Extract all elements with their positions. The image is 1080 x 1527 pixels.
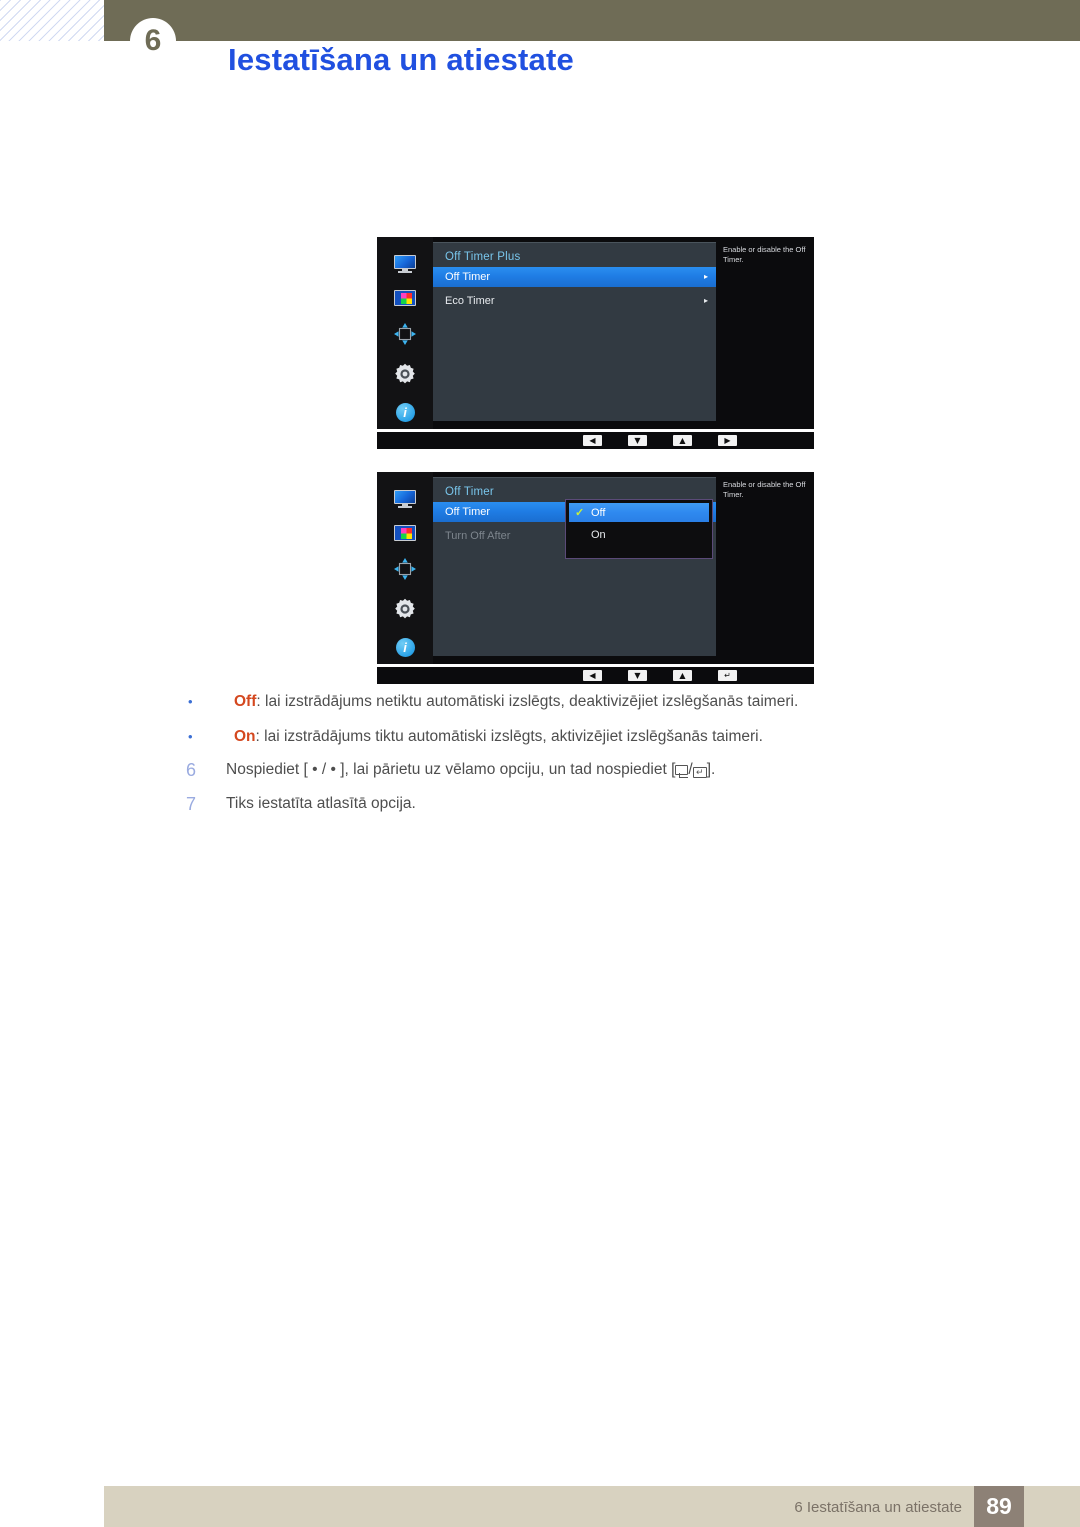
chevron-right-icon: ▸ <box>703 296 708 305</box>
osd-menu-title: Off Timer <box>445 486 494 498</box>
osd-main-panel: Off Timer Plus Off Timer ▸ Eco Timer ▸ <box>433 242 716 421</box>
osd-menu-item-eco-timer[interactable]: Eco Timer ▸ <box>433 291 716 311</box>
osd-option-on[interactable]: ✓ On <box>569 525 709 544</box>
page-number-badge: 89 <box>974 1486 1024 1527</box>
picture-color-icon[interactable] <box>394 525 416 541</box>
osd-menu-item-label: Off Timer <box>445 506 491 518</box>
nav-enter-key[interactable]: ↵ <box>718 670 737 681</box>
osd-option-dropdown: ✓ Off ✓ On <box>565 499 713 559</box>
page-title: Iestatīšana un atiestate <box>228 42 574 77</box>
bullet-text: : lai izstrādājums tiktu automātiski izs… <box>255 728 763 746</box>
nav-up-key[interactable]: ▲ <box>673 670 692 681</box>
osd-body: i Off Timer Plus Off Timer ▸ Eco Timer ▸… <box>377 237 814 429</box>
information-icon[interactable]: i <box>395 403 415 422</box>
step-number: 7 <box>186 793 197 814</box>
osd-navbar: ◀ ▼ ▲ ↵ <box>377 667 814 684</box>
nav-left-key[interactable]: ◀ <box>583 670 602 681</box>
nav-down-key[interactable]: ▼ <box>628 670 647 681</box>
step-number: 6 <box>186 760 197 780</box>
osd-menu-item-label: Eco Timer <box>445 295 495 307</box>
manual-page: 6 Iestatīšana un atiestate i Off Timer P… <box>0 0 1080 1527</box>
osd-option-off[interactable]: ✓ Off <box>569 503 709 522</box>
nav-right-key[interactable]: ▶ <box>718 435 737 446</box>
enter-key-icon: ↵ <box>692 767 707 778</box>
bullet-content: Off: lai izstrādājums netiktu automātisk… <box>234 692 798 711</box>
osd-navbar: ◀ ▼ ▲ ▶ <box>377 432 814 449</box>
step-text-before: Nospiediet [ • / • ], lai pārietu uz vēl… <box>226 761 676 778</box>
step-text-before: Tiks iestatīta atlasītā opcija. <box>226 794 416 812</box>
size-position-icon[interactable] <box>393 323 417 345</box>
bullet-item-on: • On: lai izstrādājums tiktu automātiski… <box>186 727 1026 746</box>
osd-help-text: Enable or disable the Off Timer. <box>716 237 814 429</box>
osd-menu-item-label: Off Timer <box>445 271 491 283</box>
osd-help-text: Enable or disable the Off Timer. <box>716 472 814 664</box>
step-item-6: 6 Nospiediet [ • / • ], lai pārietu uz v… <box>186 760 1026 781</box>
settings-gear-icon[interactable] <box>393 362 417 386</box>
source-key-icon <box>675 765 689 778</box>
osd-screenshot-off-timer-plus: i Off Timer Plus Off Timer ▸ Eco Timer ▸… <box>377 237 814 449</box>
osd-main-panel: Off Timer Off Timer Turn Off After ✓ Off… <box>433 477 716 656</box>
bullet-item-off: • Off: lai izstrādājums netiktu automāti… <box>186 692 1026 711</box>
osd-screenshot-off-timer: i Off Timer Off Timer Turn Off After ✓ O… <box>377 472 814 684</box>
size-position-icon[interactable] <box>393 558 417 580</box>
step-text-after: ]. <box>706 761 716 778</box>
bullet-marker: • <box>188 694 193 709</box>
bullet-content: On: lai izstrādājums tiktu automātiski i… <box>234 727 763 746</box>
chevron-right-icon: ▸ <box>703 272 708 281</box>
numbered-step-list: 6 Nospiediet [ • / • ], lai pārietu uz v… <box>186 760 1026 827</box>
osd-menu-item-label: Turn Off After <box>445 530 511 542</box>
footer-chapter-label: 6 Iestatīšana un atiestate <box>794 1499 962 1516</box>
osd-menu-title: Off Timer Plus <box>445 251 521 263</box>
nav-down-key[interactable]: ▼ <box>628 435 647 446</box>
nav-up-key[interactable]: ▲ <box>673 435 692 446</box>
bullet-list: • Off: lai izstrādājums netiktu automāti… <box>186 692 1026 763</box>
osd-option-label: On <box>591 528 606 541</box>
check-icon: ✓ <box>575 507 585 519</box>
bullet-text: : lai izstrādājums netiktu automātiski i… <box>256 693 799 710</box>
header-bar <box>104 0 1080 41</box>
osd-sidebar: i <box>377 472 433 664</box>
chapter-number-badge: 6 <box>130 18 176 64</box>
step-content: Tiks iestatīta atlasītā opcija. <box>226 794 416 814</box>
step-item-7: 7 Tiks iestatīta atlasītā opcija. <box>186 794 1026 815</box>
bullet-keyword: Off <box>234 693 257 710</box>
bullet-marker: • <box>188 729 193 745</box>
settings-gear-icon[interactable] <box>393 597 417 621</box>
decorative-hatch-pattern <box>0 0 108 41</box>
osd-body: i Off Timer Off Timer Turn Off After ✓ O… <box>377 472 814 664</box>
bullet-keyword: On <box>234 728 256 746</box>
nav-left-key[interactable]: ◀ <box>583 435 602 446</box>
step-content: Nospiediet [ • / • ], lai pārietu uz vēl… <box>226 760 715 780</box>
information-icon[interactable]: i <box>395 638 415 657</box>
osd-option-label: Off <box>591 506 606 519</box>
monitor-icon[interactable] <box>394 490 416 508</box>
osd-sidebar: i <box>377 237 433 429</box>
picture-color-icon[interactable] <box>394 290 416 306</box>
monitor-icon[interactable] <box>394 255 416 273</box>
osd-menu-item-off-timer[interactable]: Off Timer ▸ <box>433 267 716 287</box>
